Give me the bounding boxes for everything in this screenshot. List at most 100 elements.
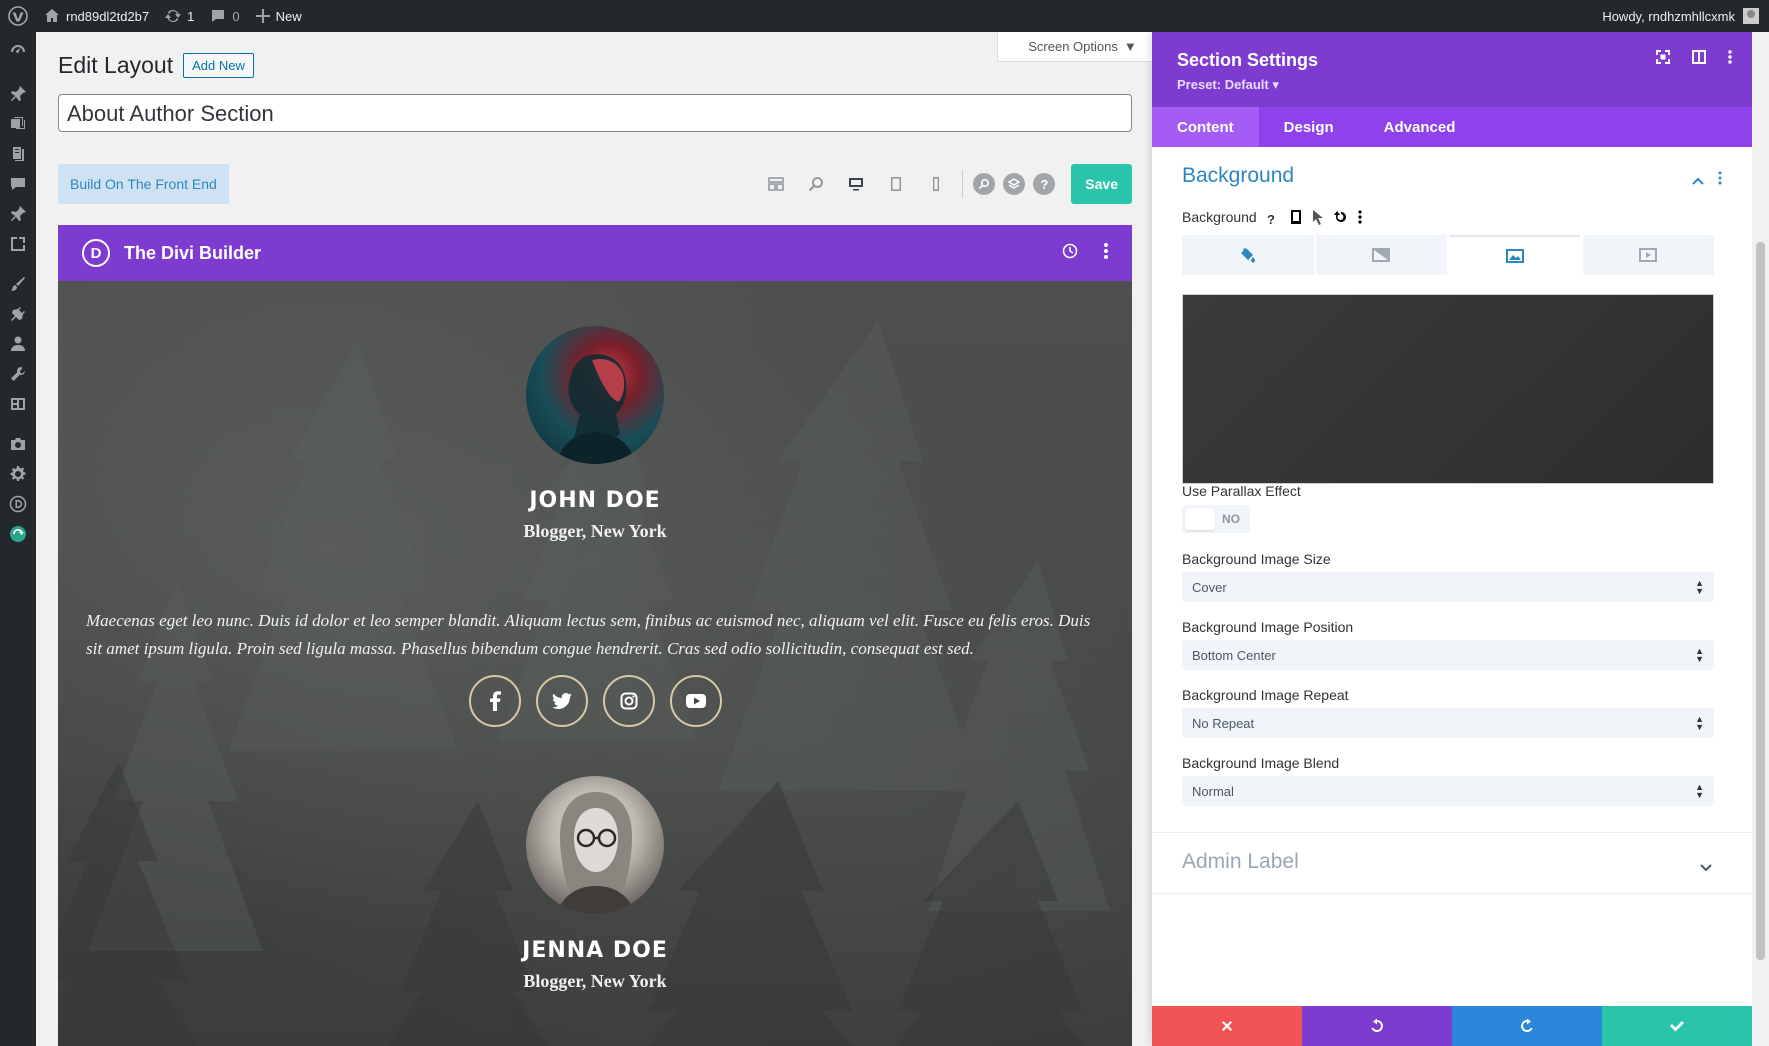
menu-dashboard[interactable] xyxy=(0,36,36,66)
post-title-input[interactable]: About Author Section xyxy=(58,94,1132,132)
panel-scrollbar[interactable] xyxy=(1752,32,1769,1046)
author-role: Blogger, New York xyxy=(523,971,667,991)
wireframe-view-button[interactable] xyxy=(756,164,796,204)
chevron-up-icon[interactable] xyxy=(1692,172,1704,190)
discard-button[interactable] xyxy=(1152,1006,1302,1046)
chevron-down-icon[interactable] xyxy=(1700,859,1712,877)
background-section-tools xyxy=(1692,171,1722,190)
screen-options-button[interactable]: Screen Options ▼ xyxy=(997,32,1168,62)
background-color-tab[interactable] xyxy=(1182,235,1314,275)
preset-selector[interactable]: Preset: Default ▾ xyxy=(1177,77,1727,93)
search-button[interactable] xyxy=(973,173,996,195)
add-new-button[interactable]: Add New xyxy=(183,53,254,78)
new-content-link[interactable]: New xyxy=(248,0,310,32)
new-label: New xyxy=(275,8,302,24)
save-button[interactable]: Save xyxy=(1071,164,1132,204)
author-card-john[interactable]: JOHN DOE Blogger, New York xyxy=(58,326,1132,542)
responsive-icon[interactable] xyxy=(1290,209,1302,230)
tab-advanced[interactable]: Advanced xyxy=(1359,107,1481,147)
help-icon[interactable]: ? xyxy=(1262,211,1280,229)
image-position-select[interactable]: Bottom Center ▲ ▼ xyxy=(1182,640,1714,670)
menu-appearance[interactable] xyxy=(0,269,36,299)
tablet-view-button[interactable] xyxy=(876,164,916,204)
build-front-end-button[interactable]: Build On The Front End xyxy=(58,164,229,204)
menu-pages[interactable] xyxy=(0,139,36,169)
image-size-select[interactable]: Cover ▲ ▼ xyxy=(1182,572,1714,602)
split-view-button[interactable] xyxy=(1692,50,1706,69)
menu-comments[interactable] xyxy=(0,169,36,199)
site-name-link[interactable]: rnd89dl2td2b7 xyxy=(36,0,157,32)
panel-header: Section Settings Preset: Default ▾ xyxy=(1152,32,1752,107)
tab-content[interactable]: Content xyxy=(1152,107,1259,147)
library-icon xyxy=(11,237,25,251)
menu-divi-library[interactable] xyxy=(0,229,36,259)
twitter-icon[interactable] xyxy=(535,675,588,727)
wordpress-logo-icon[interactable] xyxy=(0,0,36,32)
history-button[interactable] xyxy=(1062,243,1078,264)
portrait-image xyxy=(556,354,636,464)
background-image-preview[interactable] xyxy=(1182,294,1714,484)
my-account-link[interactable]: Howdy, rndhzmhllcxmk xyxy=(1594,0,1769,32)
gear-icon xyxy=(10,466,26,481)
author-card-jenna[interactable]: JENNA DOE Blogger, New York xyxy=(58,776,1132,992)
desktop-view-button[interactable] xyxy=(836,164,876,204)
wireframe-icon xyxy=(768,177,785,191)
save-settings-button[interactable] xyxy=(1602,1006,1752,1046)
builder-name: The Divi Builder xyxy=(124,242,262,263)
pages-icon xyxy=(13,147,24,161)
select-arrows-icon: ▲ ▼ xyxy=(1695,578,1704,596)
more-vertical-icon[interactable] xyxy=(1718,171,1722,190)
menu-plugins[interactable] xyxy=(0,299,36,329)
redo-button[interactable] xyxy=(1452,1006,1602,1046)
zoom-view-button[interactable] xyxy=(796,164,836,204)
image-repeat-value: No Repeat xyxy=(1192,715,1255,731)
menu-posts[interactable] xyxy=(0,79,36,109)
facebook-icon[interactable] xyxy=(468,675,521,727)
menu-divi[interactable] xyxy=(0,489,36,519)
instagram-icon[interactable] xyxy=(602,675,655,727)
menu-media[interactable] xyxy=(0,109,36,139)
updates-link[interactable]: 1 xyxy=(157,0,202,32)
panel-more-button[interactable] xyxy=(1728,50,1732,69)
admin-side-menu xyxy=(0,32,36,1046)
image-repeat-label: Background Image Repeat xyxy=(1182,687,1349,703)
comments-link[interactable]: 0 xyxy=(202,0,247,32)
video-icon xyxy=(1639,248,1658,262)
tab-design[interactable]: Design xyxy=(1259,107,1359,147)
image-blend-select[interactable]: Normal ▲ ▼ xyxy=(1182,776,1714,806)
help-button[interactable]: ? xyxy=(1033,173,1056,195)
menu-users[interactable] xyxy=(0,329,36,359)
scrollbar-thumb[interactable] xyxy=(1756,242,1765,960)
phone-view-button[interactable] xyxy=(916,164,956,204)
more-vertical-icon[interactable] xyxy=(1358,210,1362,229)
parallax-toggle[interactable]: NO xyxy=(1182,505,1250,533)
menu-tools[interactable] xyxy=(0,359,36,389)
background-video-tab[interactable] xyxy=(1582,235,1714,275)
user-avatar-icon xyxy=(1743,8,1759,24)
updates-count: 1 xyxy=(187,8,195,24)
main-content: Screen Options ▼ Edit Layout Add New Abo… xyxy=(36,32,1168,1046)
howdy-text: Howdy, rndhzmhllcxmk xyxy=(1602,8,1735,24)
author-name: JENNA DOE xyxy=(522,938,668,963)
youtube-icon[interactable] xyxy=(669,675,722,727)
admin-label-section[interactable]: Admin Label xyxy=(1182,850,1299,874)
menu-projects[interactable] xyxy=(0,199,36,229)
background-section-title[interactable]: Background xyxy=(1182,164,1294,188)
image-size-value: Cover xyxy=(1192,579,1227,595)
portrait-image xyxy=(556,792,636,914)
undo-button[interactable] xyxy=(1302,1006,1452,1046)
comments-count: 0 xyxy=(232,8,240,24)
section-preview-canvas[interactable]: JOHN DOE Blogger, New York Maecenas eget… xyxy=(58,281,1132,1046)
menu-updraft[interactable] xyxy=(0,519,36,549)
builder-more-button[interactable] xyxy=(1104,242,1108,264)
reset-icon[interactable] xyxy=(1334,210,1348,229)
menu-settings-grid[interactable] xyxy=(0,389,36,419)
hover-cursor-icon[interactable] xyxy=(1312,209,1324,230)
background-gradient-tab[interactable] xyxy=(1315,235,1447,275)
menu-settings[interactable] xyxy=(0,459,36,489)
layers-button[interactable] xyxy=(1003,173,1026,195)
image-repeat-select[interactable]: No Repeat ▲ ▼ xyxy=(1182,708,1714,738)
background-image-tab[interactable] xyxy=(1449,235,1581,275)
expand-panel-button[interactable] xyxy=(1656,50,1670,69)
menu-media-2[interactable] xyxy=(0,429,36,459)
